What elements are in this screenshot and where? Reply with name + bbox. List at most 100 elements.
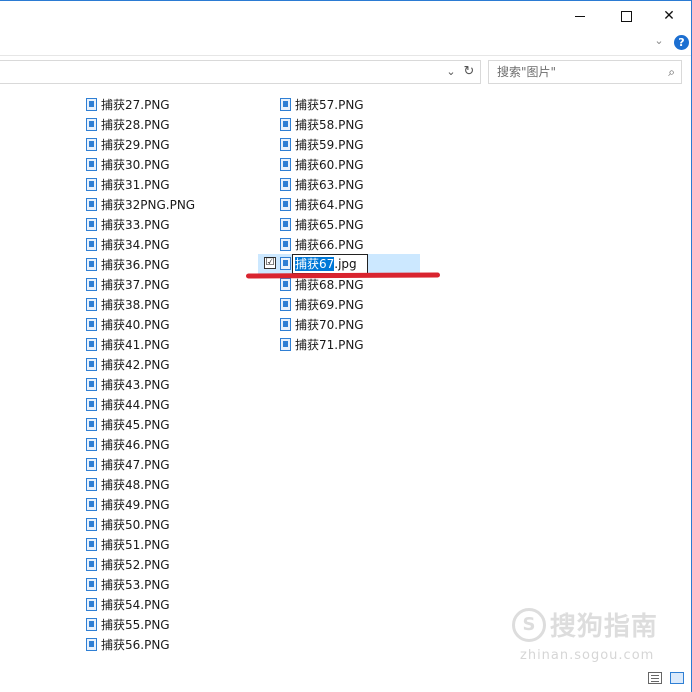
file-item[interactable]: 捕获30.PNG	[86, 154, 195, 174]
file-item[interactable]: 捕获60.PNG	[280, 154, 364, 174]
file-name: 捕获33.PNG	[101, 217, 170, 232]
file-name: 捕获32PNG.PNG	[101, 197, 196, 212]
file-name: 捕获36.PNG	[101, 257, 170, 272]
file-list[interactable]: 捕获27.PNG 捕获28.PNG 捕获29.PNG 捕获30.PNG 捕获31.PNG…	[0, 90, 691, 670]
image-file-icon	[280, 117, 291, 131]
rename-selected-text: 捕获67	[295, 257, 335, 271]
file-item[interactable]: 捕获70.PNG	[280, 314, 364, 334]
close-button[interactable]: ✕	[646, 1, 692, 31]
image-file-icon	[86, 137, 97, 151]
image-file-icon	[86, 357, 97, 371]
file-item[interactable]: 捕获66.PNG	[280, 234, 364, 254]
maximize-button[interactable]	[603, 1, 649, 31]
address-bar[interactable]: ⌄ ↻	[0, 60, 481, 84]
file-item[interactable]: 捕获71.PNG	[280, 334, 364, 354]
file-item[interactable]: 捕获29.PNG	[86, 134, 195, 154]
file-item[interactable]: 捕获64.PNG	[280, 194, 364, 214]
file-name: 捕获70.PNG	[295, 317, 364, 332]
file-item[interactable]: 捕获47.PNG	[86, 454, 195, 474]
file-item[interactable]: 捕获63.PNG	[280, 174, 364, 194]
file-item[interactable]: 捕获33.PNG	[86, 214, 195, 234]
file-name: 捕获60.PNG	[295, 157, 364, 172]
file-item[interactable]: 捕获46.PNG	[86, 434, 195, 454]
file-name: 捕获37.PNG	[101, 277, 170, 292]
file-item[interactable]: 捕获56.PNG	[86, 634, 195, 654]
file-item[interactable]: 捕获50.PNG	[86, 514, 195, 534]
file-item[interactable]: 捕获65.PNG	[280, 214, 364, 234]
file-name: 捕获56.PNG	[101, 637, 170, 652]
image-file-icon	[280, 237, 291, 251]
image-file-icon	[280, 257, 291, 270]
search-input[interactable]: 搜索"图片" ⌕	[488, 60, 682, 84]
file-item[interactable]: 捕获44.PNG	[86, 394, 195, 414]
file-item[interactable]: 捕获31.PNG	[86, 174, 195, 194]
file-item[interactable]: 捕获37.PNG	[86, 274, 195, 294]
image-file-icon	[86, 437, 97, 451]
file-item[interactable]: 捕获45.PNG	[86, 414, 195, 434]
expand-ribbon-chevron-icon[interactable]: ⌄	[652, 34, 666, 48]
image-file-icon	[86, 397, 97, 411]
large-icons-view-icon[interactable]	[670, 672, 684, 684]
file-item[interactable]: 捕获59.PNG	[280, 134, 364, 154]
file-name: 捕获53.PNG	[101, 577, 170, 592]
file-name: 捕获46.PNG	[101, 437, 170, 452]
file-item[interactable]: 捕获32PNG.PNG	[86, 194, 195, 214]
file-name: 捕获45.PNG	[101, 417, 170, 432]
file-item[interactable]: 捕获40.PNG	[86, 314, 195, 334]
image-file-icon	[86, 557, 97, 571]
file-item[interactable]: 捕获55.PNG	[86, 614, 195, 634]
image-file-icon	[86, 637, 97, 651]
search-icon[interactable]: ⌕	[668, 61, 675, 83]
file-item[interactable]: 捕获54.PNG	[86, 594, 195, 614]
image-file-icon	[86, 277, 97, 291]
image-file-icon	[86, 617, 97, 631]
file-item[interactable]: 捕获51.PNG	[86, 534, 195, 554]
file-name: 捕获28.PNG	[101, 117, 170, 132]
file-name: 捕获55.PNG	[101, 617, 170, 632]
file-name: 捕获50.PNG	[101, 517, 170, 532]
file-item[interactable]: 捕获69.PNG	[280, 294, 364, 314]
file-item[interactable]: 捕获58.PNG	[280, 114, 364, 134]
file-item[interactable]: 捕获42.PNG	[86, 354, 195, 374]
details-view-icon[interactable]	[648, 672, 662, 684]
file-item[interactable]: 捕获49.PNG	[86, 494, 195, 514]
file-item[interactable]: 捕获53.PNG	[86, 574, 195, 594]
image-file-icon	[280, 157, 291, 171]
image-file-icon	[86, 537, 97, 551]
file-item[interactable]: 捕获43.PNG	[86, 374, 195, 394]
title-bar[interactable]: ✕	[0, 1, 691, 31]
image-file-icon	[280, 277, 291, 291]
file-name: 捕获29.PNG	[101, 137, 170, 152]
file-column-1: 捕获27.PNG 捕获28.PNG 捕获29.PNG 捕获30.PNG 捕获31.PNG…	[86, 94, 195, 654]
file-item[interactable]: 捕获28.PNG	[86, 114, 195, 134]
file-item[interactable]: 捕获41.PNG	[86, 334, 195, 354]
help-icon[interactable]: ?	[674, 35, 689, 50]
file-item[interactable]: 捕获36.PNG	[86, 254, 195, 274]
file-name: 捕获40.PNG	[101, 317, 170, 332]
file-item[interactable]: 捕获57.PNG	[280, 94, 364, 114]
file-item[interactable]: 捕获48.PNG	[86, 474, 195, 494]
image-file-icon	[86, 117, 97, 131]
image-file-icon	[86, 97, 97, 111]
minimize-button[interactable]	[557, 1, 603, 31]
file-name: 捕获64.PNG	[295, 197, 364, 212]
file-name: 捕获59.PNG	[295, 137, 364, 152]
image-file-icon	[86, 177, 97, 191]
refresh-icon[interactable]: ↻	[460, 61, 478, 83]
file-item[interactable]: 捕获34.PNG	[86, 234, 195, 254]
selected-checkbox-icon[interactable]: ☑	[264, 257, 276, 269]
image-file-icon	[86, 257, 97, 271]
file-name: 捕获58.PNG	[295, 117, 364, 132]
file-item[interactable]: 捕获52.PNG	[86, 554, 195, 574]
image-file-icon	[280, 197, 291, 211]
address-dropdown-icon[interactable]: ⌄	[442, 61, 460, 83]
close-icon: ✕	[663, 8, 675, 24]
file-name: 捕获49.PNG	[101, 497, 170, 512]
file-name: 捕获27.PNG	[101, 97, 170, 112]
file-item[interactable]: 捕获38.PNG	[86, 294, 195, 314]
file-item[interactable]: 捕获27.PNG	[86, 94, 195, 114]
rename-input[interactable]: 捕获67.jpg	[292, 254, 368, 274]
watermark-logo: S	[512, 607, 546, 642]
file-name: 捕获30.PNG	[101, 157, 170, 172]
image-file-icon	[86, 497, 97, 511]
